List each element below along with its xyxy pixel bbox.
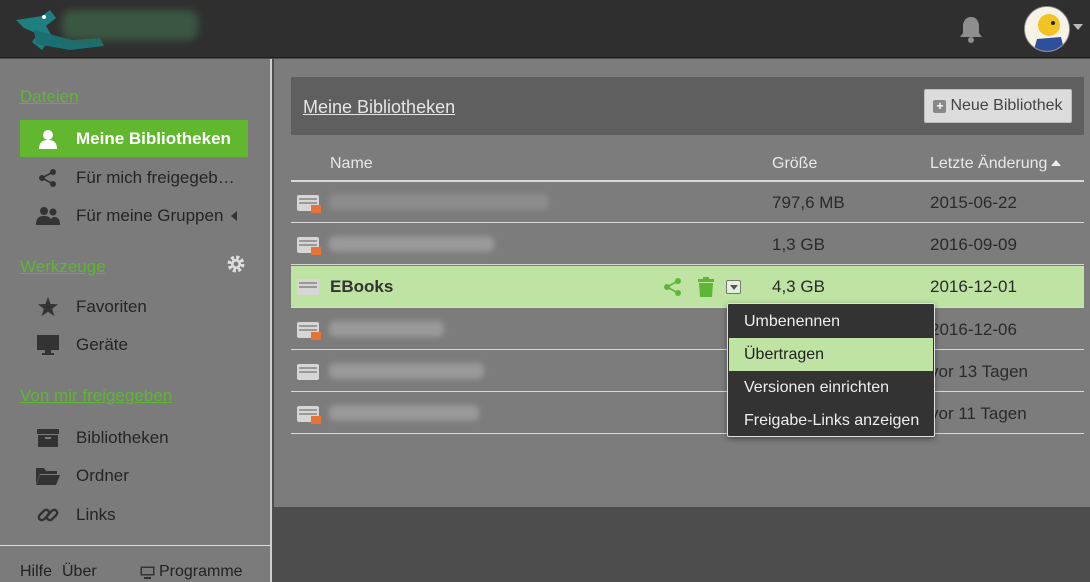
new-library-label: Neue Bibliothek [950, 97, 1063, 114]
column-header-size[interactable]: Größe [772, 155, 817, 173]
table-row[interactable]: 1,3 GB 2016-09-09 [291, 224, 1084, 264]
table-row[interactable]: vor 13 Tagen [291, 351, 1084, 391]
row-divider [291, 391, 1084, 392]
row-divider [291, 433, 1084, 434]
library-size: 797,6 MB [772, 193, 845, 212]
library-actions-menu: Umbenennen Übertragen Versionen einricht… [727, 303, 935, 437]
library-modified: 2016-09-09 [930, 235, 1017, 254]
content-footer-area [274, 507, 1090, 582]
sidebar-item-shared-with-me[interactable]: Für mich freigegeben [20, 159, 248, 196]
sidebar-item-label: Links [76, 504, 116, 524]
group-icon [20, 197, 76, 234]
library-locked-icon [297, 322, 321, 340]
library-name-blurred[interactable] [329, 363, 484, 379]
sidebar-item-devices[interactable]: Geräte [20, 326, 248, 363]
sidebar: Dateien Meine Bibliotheken Für mich frei… [0, 59, 272, 582]
library-modified: 2016-12-01 [930, 277, 1017, 296]
column-header-modified-label: Letzte Änderung [930, 155, 1048, 172]
library-icon [297, 279, 319, 295]
sidebar-item-label: Für mich freigegeben [76, 167, 236, 187]
row-divider [291, 264, 1084, 265]
table-row[interactable]: vor 11 Tagen [291, 393, 1084, 433]
library-locked-icon [297, 237, 321, 255]
table-row-selected[interactable]: EBooks 4,3 GB 2016-12-01 [291, 266, 1084, 307]
sidebar-item-my-libraries[interactable]: Meine Bibliotheken [20, 120, 248, 157]
sidebar-item-label: Bibliotheken [76, 427, 169, 447]
panel-header: Meine Bibliotheken + Neue Bibliothek [291, 77, 1084, 135]
column-header-name[interactable]: Name [330, 155, 373, 173]
new-library-button[interactable]: + Neue Bibliothek [924, 89, 1072, 123]
brand-name-blurred [62, 10, 198, 40]
folder-icon [20, 457, 76, 494]
menu-item-transfer[interactable]: Übertragen [729, 338, 933, 371]
sidebar-item-label: Geräte [76, 334, 128, 354]
share-icon[interactable] [662, 276, 684, 298]
plus-icon: + [933, 99, 947, 113]
sidebar-heading-shared-by-me[interactable]: Von mir freigegeben [20, 386, 172, 406]
library-modified: vor 13 Tagen [930, 362, 1028, 381]
library-name-blurred[interactable] [329, 194, 549, 210]
sidebar-divider [0, 545, 270, 546]
share-icon [20, 159, 76, 196]
row-divider [291, 349, 1084, 350]
avatar-caret-icon[interactable] [1073, 24, 1083, 30]
trash-icon[interactable] [695, 276, 717, 298]
library-size: 1,3 GB [772, 235, 825, 254]
more-actions-dropdown-icon[interactable] [726, 280, 741, 294]
row-divider [291, 307, 1084, 308]
caret-left-icon[interactable] [231, 210, 238, 221]
library-name-blurred[interactable] [329, 321, 444, 337]
gear-icon[interactable] [226, 254, 246, 274]
programs-label: Programme [159, 563, 243, 580]
sidebar-item-shared-folders[interactable]: Ordner [20, 457, 248, 494]
menu-item-rename[interactable]: Umbenennen [729, 305, 933, 338]
star-icon [20, 288, 76, 325]
library-icon [297, 364, 319, 380]
sidebar-item-favorites[interactable]: Favoriten [20, 288, 248, 325]
library-name-blurred[interactable] [329, 236, 494, 252]
row-divider [291, 222, 1084, 223]
sidebar-heading-tools[interactable]: Werkzeuge [20, 257, 106, 277]
library-size: 4,3 GB [772, 277, 825, 296]
sidebar-item-label: Ordner [76, 465, 129, 485]
archive-icon [20, 419, 76, 456]
bell-icon[interactable] [958, 15, 984, 43]
programs-link[interactable]: Programme [140, 563, 243, 581]
library-locked-icon [297, 406, 321, 424]
sidebar-item-label: Für meine Gruppen [76, 205, 224, 225]
menu-item-share-links[interactable]: Freigabe-Links anzeigen [729, 404, 933, 437]
menu-item-history-settings[interactable]: Versionen einrichten [729, 371, 933, 404]
main-panel: Meine Bibliotheken + Neue Bibliothek Nam… [274, 59, 1090, 507]
library-modified: 2015-06-22 [930, 193, 1017, 212]
user-avatar[interactable] [1024, 6, 1070, 52]
sort-ascending-icon [1051, 160, 1062, 166]
table-row[interactable]: 797,6 MB 2015-06-22 [291, 182, 1084, 222]
sidebar-item-links[interactable]: Links [20, 496, 248, 533]
sidebar-item-shared-libraries[interactable]: Bibliotheken [20, 419, 248, 456]
about-link[interactable]: Über [62, 563, 97, 581]
sidebar-item-label: Favoriten [76, 296, 147, 316]
sidebar-item-label: Meine Bibliotheken [76, 128, 231, 148]
link-icon [20, 496, 76, 533]
user-icon [20, 120, 76, 157]
library-locked-icon [297, 195, 321, 213]
help-link[interactable]: Hilfe [20, 563, 52, 581]
column-header-modified[interactable]: Letzte Änderung [930, 155, 1062, 173]
top-header [0, 0, 1090, 58]
library-modified: 2016-12-06 [930, 320, 1017, 339]
library-name-blurred[interactable] [329, 405, 479, 421]
monitor-icon [20, 326, 76, 363]
page-title[interactable]: Meine Bibliotheken [303, 97, 455, 118]
sidebar-heading-files[interactable]: Dateien [20, 87, 79, 107]
table-row[interactable]: 2016-12-06 [291, 309, 1084, 349]
sidebar-item-group-libraries[interactable]: Für meine Gruppen [20, 197, 248, 234]
library-name[interactable]: EBooks [330, 277, 393, 297]
library-modified: vor 11 Tagen [930, 404, 1027, 423]
monitor-icon [140, 566, 155, 579]
